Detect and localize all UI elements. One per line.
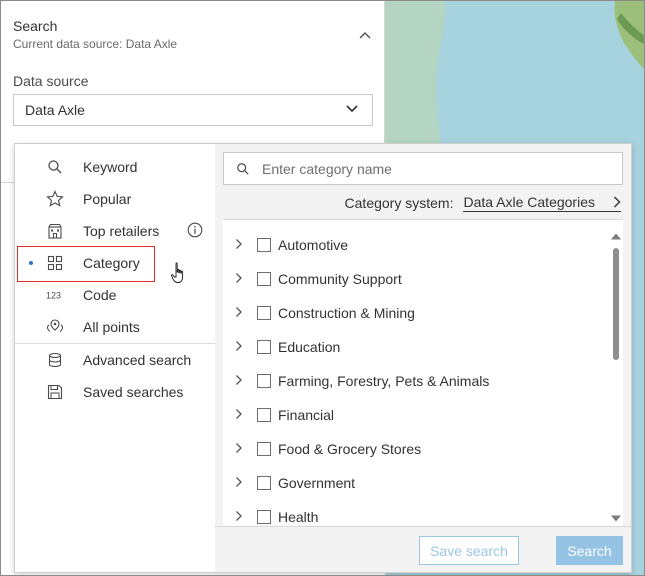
list-item: Government (223, 466, 603, 500)
svg-text:123: 123 (46, 291, 61, 301)
chevron-down-icon (346, 105, 358, 113)
category-checkbox[interactable] (257, 272, 271, 286)
menu-item-label: All points (83, 319, 140, 335)
search-options-popup: Keyword Popular Top retailers Category 1… (14, 143, 632, 573)
search-icon (46, 158, 64, 176)
collapse-button[interactable] (355, 27, 375, 43)
category-label: Health (278, 509, 319, 525)
grid-icon (46, 254, 64, 272)
menu-item-label: Category (83, 255, 140, 271)
menu-item-keyword[interactable]: Keyword (15, 153, 215, 181)
category-checkbox[interactable] (257, 238, 271, 252)
category-checkbox[interactable] (257, 340, 271, 354)
chevron-right-icon (614, 196, 621, 208)
chevron-right-icon[interactable] (235, 340, 243, 352)
menu-item-all-points[interactable]: All points (15, 313, 215, 341)
chevron-right-icon[interactable] (235, 272, 243, 284)
category-label: Farming, Forestry, Pets & Animals (278, 373, 490, 389)
menu-divider (15, 343, 215, 344)
menu-item-label: Popular (83, 191, 132, 207)
store-icon (46, 222, 64, 240)
category-checkbox[interactable] (257, 476, 271, 490)
chevron-right-icon[interactable] (235, 476, 243, 488)
list-item: Farming, Forestry, Pets & Animals (223, 364, 603, 398)
active-indicator (29, 261, 33, 265)
menu-item-label: Advanced search (83, 352, 192, 368)
category-label: Food & Grocery Stores (278, 441, 422, 457)
menu-item-advanced-search[interactable]: Advanced search (15, 346, 215, 374)
panel-subtitle: Current data source: Data Axle (13, 37, 178, 51)
panel-edge (1, 143, 14, 183)
hand-cursor-icon (171, 262, 184, 283)
menu-item-label: Saved searches (83, 384, 184, 400)
chevron-right-icon[interactable] (235, 306, 243, 318)
category-panel: Category system: Data Axle Categories Au… (215, 144, 631, 572)
chevron-right-icon[interactable] (235, 510, 243, 522)
points-icon (46, 318, 64, 336)
menu-item-top-retailers[interactable]: Top retailers (15, 217, 215, 245)
category-label: Community Support (278, 271, 402, 287)
list-item: Education (223, 330, 603, 364)
list-item: Food & Grocery Stores (223, 432, 603, 466)
category-search-box (223, 152, 623, 185)
data-source-label: Data source (13, 73, 89, 89)
chevron-right-icon[interactable] (235, 408, 243, 420)
search-button[interactable]: Search (556, 536, 623, 565)
category-system-value: Data Axle Categories (463, 194, 595, 210)
list-item: Community Support (223, 262, 603, 296)
menu-item-saved-searches[interactable]: Saved searches (15, 378, 215, 406)
category-checkbox[interactable] (257, 374, 271, 388)
data-source-select[interactable]: Data Axle (13, 94, 373, 126)
category-system-row: Category system: Data Axle Categories (345, 194, 621, 212)
menu-item-label: Code (83, 287, 117, 303)
star-icon (46, 190, 64, 208)
data-source-value: Data Axle (25, 102, 85, 118)
save-icon (46, 383, 64, 401)
database-icon (46, 351, 64, 369)
list-item: Automotive (223, 228, 603, 262)
category-label: Financial (278, 407, 335, 423)
category-label: Education (278, 339, 341, 355)
menu-item-label: Keyword (83, 159, 138, 175)
search-icon (237, 163, 249, 175)
category-list: Automotive Community Support Constructio… (223, 219, 623, 526)
category-label: Government (278, 475, 356, 491)
list-scrollbar[interactable] (609, 220, 623, 526)
search-panel: Search Current data source: Data Axle Da… (1, 1, 385, 143)
category-search-input[interactable] (262, 153, 612, 184)
category-checkbox[interactable] (257, 442, 271, 456)
list-item: Health (223, 500, 603, 526)
code-123-icon: 123 (46, 286, 64, 304)
save-search-button[interactable]: Save search (419, 536, 519, 565)
chevron-right-icon[interactable] (235, 374, 243, 386)
popup-footer: Save search Search (215, 526, 631, 572)
info-icon[interactable] (187, 222, 203, 241)
list-item: Financial (223, 398, 603, 432)
category-label: Construction & Mining (278, 305, 415, 321)
search-method-menu: Keyword Popular Top retailers Category 1… (15, 144, 215, 572)
scroll-up-icon[interactable] (611, 233, 621, 240)
chevron-up-icon (359, 32, 371, 39)
list-item: Construction & Mining (223, 296, 603, 330)
menu-item-label: Top retailers (83, 223, 160, 239)
category-system-link[interactable]: Data Axle Categories (463, 194, 621, 212)
chevron-right-icon[interactable] (235, 442, 243, 454)
app-window: Search Current data source: Data Axle Da… (0, 0, 645, 576)
panel-title: Search (13, 18, 58, 34)
menu-item-popular[interactable]: Popular (15, 185, 215, 213)
category-checkbox[interactable] (257, 510, 271, 524)
scroll-down-icon[interactable] (611, 515, 621, 522)
category-system-label: Category system: (344, 195, 454, 211)
chevron-right-icon[interactable] (235, 238, 243, 250)
scrollbar-thumb[interactable] (613, 248, 619, 360)
category-label: Automotive (278, 237, 349, 253)
category-checkbox[interactable] (257, 306, 271, 320)
category-checkbox[interactable] (257, 408, 271, 422)
